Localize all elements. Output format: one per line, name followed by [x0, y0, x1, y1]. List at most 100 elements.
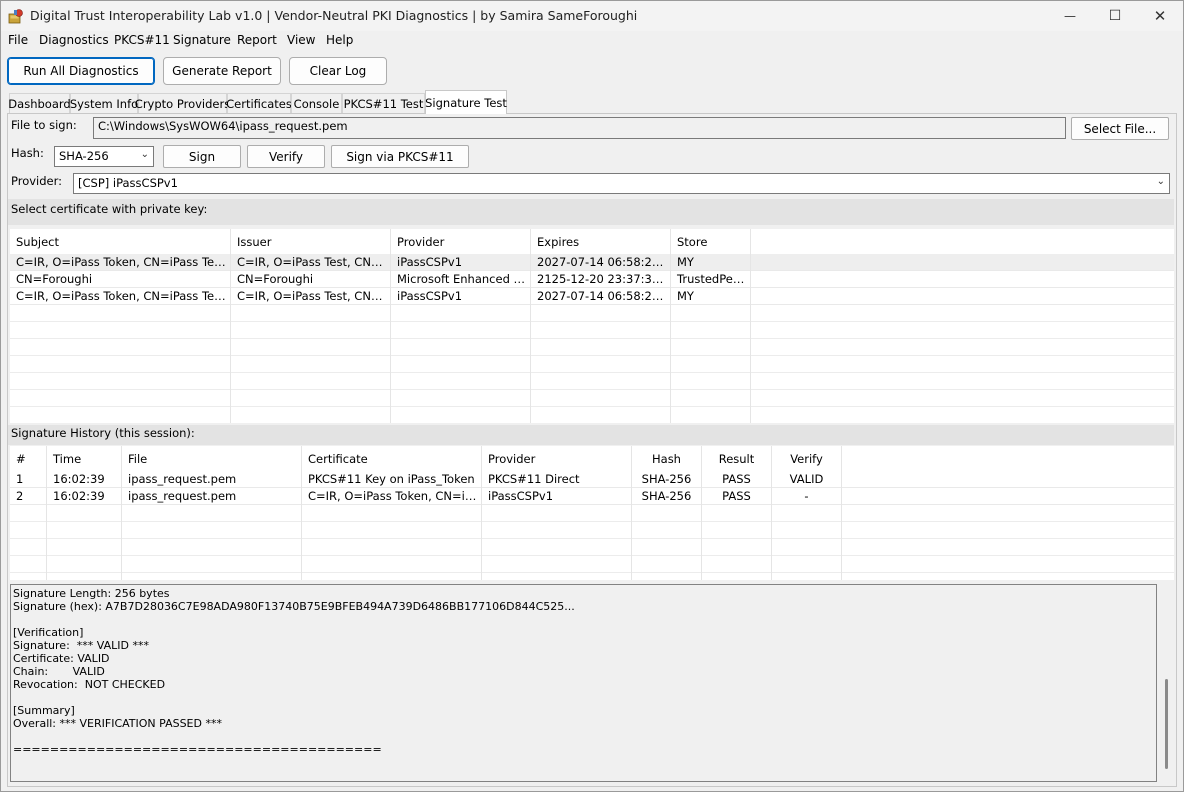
tab-console[interactable]: Console [291, 93, 342, 113]
cell-store: MY [671, 254, 751, 271]
provider-select[interactable]: [CSP] iPassCSPv1 ⌄ [73, 173, 1170, 194]
empty-cell [10, 556, 47, 573]
empty-cell [772, 573, 842, 580]
menu-diagnostics[interactable]: Diagnostics [39, 33, 109, 47]
col-provider[interactable]: Provider [482, 446, 632, 472]
empty-row [10, 573, 1174, 580]
empty-cell [10, 522, 47, 539]
empty-cell [531, 305, 671, 322]
maximize-button[interactable]: ☐ [1092, 1, 1138, 31]
empty-cell [122, 573, 302, 580]
table-row[interactable]: 1 16:02:39 ipass_request.pem PKCS#11 Key… [10, 471, 1174, 488]
sign-button[interactable]: Sign [163, 145, 241, 168]
close-button[interactable]: ✕ [1137, 1, 1183, 31]
empty-cell [482, 556, 632, 573]
cell-verify: - [772, 488, 842, 505]
sign-via-pkcs11-button[interactable]: Sign via PKCS#11 [331, 145, 469, 168]
generate-report-button[interactable]: Generate Report [163, 57, 281, 85]
tab-pkcs11-test[interactable]: PKCS#11 Test [342, 93, 425, 113]
empty-cell [482, 505, 632, 522]
empty-cell [47, 505, 122, 522]
empty-cell [231, 339, 391, 356]
col-hash[interactable]: Hash [632, 446, 702, 472]
col-file[interactable]: File [122, 446, 302, 472]
signature-history-grid[interactable]: # Time File Certificate Provider Hash Re… [10, 446, 1174, 580]
cell-provider: Microsoft Enhanced Cryp... [391, 271, 531, 288]
title-bar[interactable]: Digital Trust Interoperability Lab v1.0 … [1, 1, 1183, 31]
tab-signature-test[interactable]: Signature Test [425, 90, 507, 114]
empty-cell [671, 373, 751, 390]
cell-provider: PKCS#11 Direct [482, 471, 632, 488]
log-line: Chain: VALID [13, 665, 105, 678]
file-path-field[interactable]: C:\Windows\SysWOW64\ipass_request.pem [93, 117, 1066, 139]
empty-cell [47, 556, 122, 573]
cell-certificate: PKCS#11 Key on iPass_Token [302, 471, 482, 488]
empty-cell [231, 373, 391, 390]
col-certificate[interactable]: Certificate [302, 446, 482, 472]
result-log[interactable]: Signature Length: 256 bytes Signature (he… [10, 584, 1157, 782]
cell-result: PASS [702, 488, 772, 505]
table-row[interactable]: CN=Foroughi CN=Foroughi Microsoft Enhanc… [10, 271, 1174, 288]
empty-cell [632, 573, 702, 580]
tab-dashboard[interactable]: Dashboard [8, 93, 71, 113]
select-file-button[interactable]: Select File... [1071, 117, 1169, 140]
cell-provider: iPassCSPv1 [391, 254, 531, 271]
empty-row [10, 322, 1174, 339]
cell-subject: C=IR, O=iPass Token, CN=iPass Test User [10, 288, 231, 305]
menu-pkcs11[interactable]: PKCS#11 [114, 33, 170, 47]
cell-expires: 2027-07-14 06:58:25 UTC [531, 254, 671, 271]
table-row[interactable]: C=IR, O=iPass Token, CN=iPass Test User … [10, 254, 1174, 271]
table-row[interactable]: 2 16:02:39 ipass_request.pem C=IR, O=iPa… [10, 488, 1174, 505]
cell-issuer: C=IR, O=iPass Test, CN=iPa... [231, 288, 391, 305]
col-issuer[interactable]: Issuer [231, 229, 391, 255]
menu-view[interactable]: View [287, 33, 315, 47]
tab-certificates[interactable]: Certificates [226, 93, 292, 113]
empty-cell [122, 539, 302, 556]
col-verify[interactable]: Verify [772, 446, 842, 472]
cell-subject: CN=Foroughi [10, 271, 231, 288]
tab-system-info[interactable]: System Info [70, 93, 138, 113]
menu-signature[interactable]: Signature [173, 33, 231, 47]
col-expires[interactable]: Expires [531, 229, 671, 255]
col-provider[interactable]: Provider [391, 229, 531, 255]
menu-report[interactable]: Report [237, 33, 277, 47]
empty-row [10, 539, 1174, 556]
provider-label: Provider: [11, 174, 63, 188]
empty-cell [122, 505, 302, 522]
col-index[interactable]: # [10, 446, 47, 472]
log-line: Signature: *** VALID *** [13, 639, 149, 652]
log-scrollbar-thumb[interactable] [1165, 679, 1168, 769]
run-all-diagnostics-button[interactable]: Run All Diagnostics [7, 57, 155, 85]
certificate-grid[interactable]: Subject Issuer Provider Expires Store C=… [10, 229, 1174, 423]
tab-crypto-providers[interactable]: Crypto Providers [135, 93, 230, 113]
empty-cell [10, 390, 231, 407]
chevron-down-icon: ⌄ [1156, 176, 1165, 187]
table-row[interactable]: C=IR, O=iPass Token, CN=iPass Test User … [10, 288, 1174, 305]
empty-cell [122, 522, 302, 539]
empty-cell [702, 573, 772, 580]
history-section-label: Signature History (this session): [11, 426, 195, 440]
hash-select[interactable]: SHA-256 ⌄ [54, 146, 154, 167]
empty-cell [302, 539, 482, 556]
certificate-grid-header: Subject Issuer Provider Expires Store [10, 229, 1174, 255]
verify-button[interactable]: Verify [247, 145, 325, 168]
empty-cell [10, 505, 47, 522]
col-subject[interactable]: Subject [10, 229, 231, 255]
empty-cell [302, 522, 482, 539]
empty-cell [671, 305, 751, 322]
empty-cell [632, 556, 702, 573]
col-time[interactable]: Time [47, 446, 122, 472]
log-scrollbar[interactable] [1161, 584, 1175, 782]
empty-cell [391, 305, 531, 322]
app-logo-icon [8, 9, 23, 24]
col-result[interactable]: Result [702, 446, 772, 472]
menu-help[interactable]: Help [326, 33, 353, 47]
empty-cell [772, 556, 842, 573]
col-store[interactable]: Store [671, 229, 751, 255]
clear-log-button[interactable]: Clear Log [289, 57, 387, 85]
minimize-button[interactable]: — [1047, 1, 1093, 31]
empty-cell [702, 556, 772, 573]
menu-file[interactable]: File [8, 33, 28, 47]
